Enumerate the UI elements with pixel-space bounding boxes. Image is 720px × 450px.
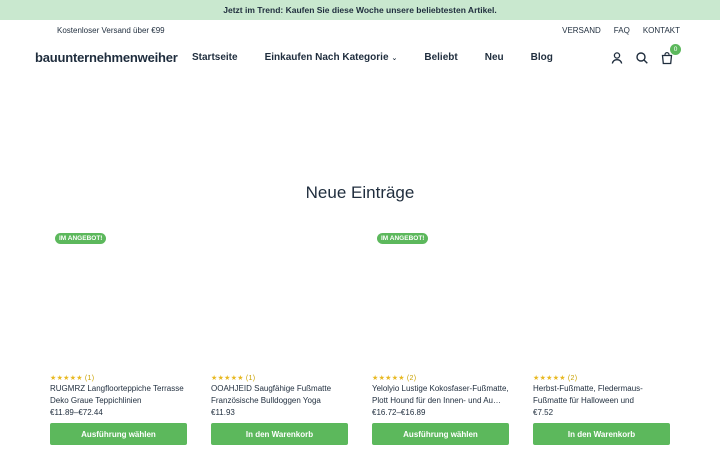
link-kontakt[interactable]: KONTAKT	[643, 26, 680, 35]
announcement-bar: Jetzt im Trend: Kaufen Sie diese Woche u…	[0, 0, 720, 20]
announcement-text: Jetzt im Trend: Kaufen Sie diese Woche u…	[223, 5, 497, 15]
product-title[interactable]: OOAHJEID Saugfähige Fußmatte Französisch…	[211, 383, 348, 406]
rating-stars: ★★★★★ (2)	[372, 375, 417, 382]
header-icons: 0	[610, 44, 681, 65]
review-count: (1)	[84, 375, 95, 382]
site-logo[interactable]: bauunternehmenweiher	[35, 50, 178, 65]
product-price: €11.93	[211, 408, 235, 417]
rating-stars: ★★★★★ (2)	[533, 375, 578, 382]
search-icon[interactable]	[635, 51, 649, 65]
cart-count-badge: 0	[670, 44, 681, 55]
product-price: €7.52	[533, 408, 554, 417]
sale-badge: IM ANGEBOT!	[55, 233, 107, 244]
select-options-button[interactable]: Ausführung wählen	[372, 423, 509, 445]
product-title[interactable]: RUGMRZ Langfloorteppiche Terrasse Deko G…	[50, 383, 187, 406]
product-card[interactable]: IM ANGEBOT! ★★★★★ (2) Yelolyio Lustige Ko…	[372, 230, 509, 450]
free-shipping-text: Kostenloser Versand über €99	[57, 26, 165, 35]
nav-blog[interactable]: Blog	[531, 52, 553, 63]
product-title[interactable]: Herbst-Fußmatte, Fledermaus-Fußmatte für…	[533, 383, 670, 406]
review-count: (2)	[567, 375, 578, 382]
product-card[interactable]: IM ANGEBOT! ★★★★★ (1) RUGMRZ Langfloortep…	[50, 230, 187, 450]
product-price: €11.89–€72.44	[50, 408, 103, 417]
cart-icon[interactable]: 0	[660, 44, 681, 65]
review-count: (1)	[245, 375, 256, 382]
select-options-button[interactable]: Ausführung wählen	[50, 423, 187, 445]
product-card[interactable]: ★★★★★ (1) OOAHJEID Saugfähige Fußmatte Fr…	[211, 230, 348, 450]
utility-links: VERSAND FAQ KONTAKT	[562, 26, 680, 35]
product-card[interactable]: ★★★★★ (2) Herbst-Fußmatte, Fledermaus-Fuß…	[533, 230, 670, 450]
site-header: bauunternehmenweiher Startseite Einkaufe…	[0, 40, 720, 76]
review-count: (2)	[406, 375, 417, 382]
link-versand[interactable]: VERSAND	[562, 26, 601, 35]
add-to-cart-button[interactable]: In den Warenkorb	[533, 423, 670, 445]
section-title: Neue Einträge	[305, 183, 415, 202]
product-price: €16.72–€16.89	[372, 408, 426, 417]
nav-beliebt[interactable]: Beliebt	[424, 52, 457, 63]
nav-startseite[interactable]: Startseite	[192, 52, 238, 63]
utility-bar: Kostenloser Versand über €99 VERSAND FAQ…	[0, 20, 720, 40]
chevron-down-icon: ⌄	[391, 54, 398, 62]
link-faq[interactable]: FAQ	[614, 26, 630, 35]
rating-stars: ★★★★★ (1)	[211, 375, 256, 382]
rating-stars: ★★★★★ (1)	[50, 375, 95, 382]
user-icon[interactable]	[610, 51, 624, 65]
main-nav: Startseite Einkaufen Nach Kategorie ⌄ Be…	[192, 52, 580, 63]
nav-kategorie[interactable]: Einkaufen Nach Kategorie ⌄	[265, 52, 398, 63]
product-title[interactable]: Yelolyio Lustige Kokosfaser-Fußmatte, Pl…	[372, 383, 509, 406]
sale-badge: IM ANGEBOT!	[377, 233, 429, 244]
add-to-cart-button[interactable]: In den Warenkorb	[211, 423, 348, 445]
nav-neu[interactable]: Neu	[485, 52, 504, 63]
